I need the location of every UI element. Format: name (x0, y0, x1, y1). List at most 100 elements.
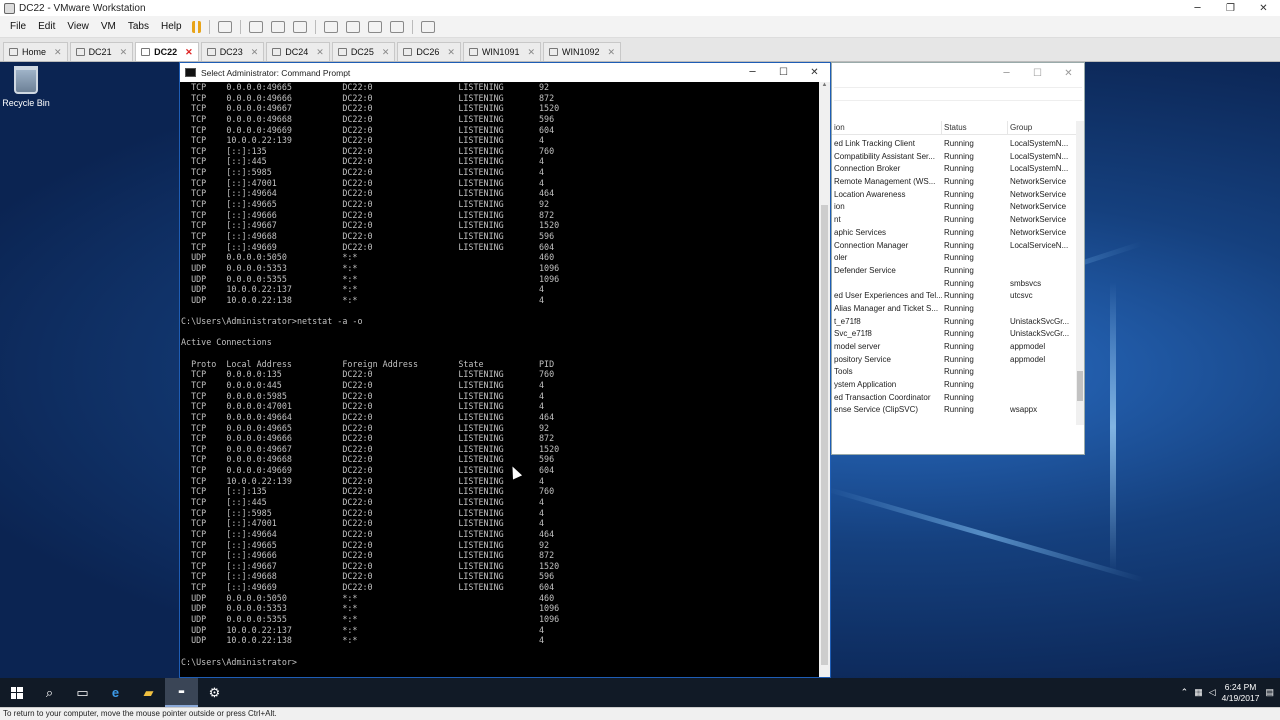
service-row[interactable]: Tools Running (832, 366, 1078, 379)
service-row[interactable]: Connection Broker Running LocalSystemN... (832, 163, 1078, 176)
cmd-maximize-button[interactable]: ☐ (768, 67, 799, 78)
service-row[interactable]: ed Link Tracking Client Running LocalSyste… (832, 138, 1078, 151)
search-icon[interactable]: ⌕ (33, 678, 66, 707)
menu-help[interactable]: Help (155, 21, 188, 32)
column-name[interactable]: ion (832, 121, 942, 134)
tab-dc24[interactable]: DC24 ✕ (266, 42, 330, 61)
service-row[interactable]: ense Service (ClipSVC) Running wsappx (832, 404, 1078, 417)
command-prompt-window[interactable]: Select Administrator: Command Prompt ─ ☐… (179, 62, 831, 678)
console-line: UDP 10.0.0.22:138 *:* 4 (181, 294, 545, 305)
cmd-scrollbar[interactable]: ▲ (819, 82, 830, 677)
console-view-icon[interactable] (420, 20, 435, 33)
service-row[interactable]: ion Running NetworkService (832, 201, 1078, 214)
tab-dc23[interactable]: DC23 ✕ (200, 42, 265, 61)
menu-edit[interactable]: Edit (32, 21, 61, 32)
service-name: Alias Manager and Ticket S... (834, 303, 939, 313)
vmware-minimize-button[interactable]: ─ (1181, 3, 1214, 14)
service-row[interactable]: Remote Management (WS... Running NetworkSe… (832, 176, 1078, 189)
volume-icon[interactable]: ◁ (1209, 687, 1216, 698)
services-window[interactable]: ─ ☐ ✕ ion Status Group ed Link Tracking … (831, 62, 1085, 455)
column-group[interactable]: Group (1008, 121, 1078, 134)
service-row[interactable]: pository Service Running appmodel (832, 354, 1078, 367)
service-row[interactable]: t_e71f8 Running UnistackSvcGr... (832, 316, 1078, 329)
services-close-button[interactable]: ✕ (1053, 68, 1084, 79)
console-line: TCP [::]:49667 DC22:0 LISTENING 1520 (181, 220, 560, 231)
chevron-up-icon[interactable]: ⌃ (1181, 687, 1189, 698)
close-icon[interactable]: ✕ (527, 47, 535, 58)
service-row[interactable]: model server Running appmodel (832, 341, 1078, 354)
service-row[interactable]: nt Running NetworkService (832, 214, 1078, 227)
service-row[interactable]: Alias Manager and Ticket S... Running (832, 303, 1078, 316)
services-toolbar (834, 87, 1082, 101)
close-icon[interactable]: ✕ (120, 47, 128, 58)
command-prompt-taskbar-icon[interactable]: ▬ (165, 678, 198, 707)
cmd-minimize-button[interactable]: ─ (737, 67, 768, 78)
service-row[interactable]: Connection Manager Running LocalServiceN..… (832, 240, 1078, 253)
tab-dc22[interactable]: DC22 ✕ (135, 42, 199, 61)
vmware-menu-bar: File Edit View VM Tabs Help (0, 16, 1280, 38)
services-minimize-button[interactable]: ─ (991, 68, 1022, 79)
notifications-icon[interactable]: ▤ (1265, 687, 1274, 698)
service-row[interactable]: Defender Service Running (832, 265, 1078, 278)
service-row[interactable]: Location Awareness Running NetworkService (832, 189, 1078, 202)
vmware-restore-button[interactable]: ❐ (1214, 3, 1247, 14)
service-row[interactable]: aphic Services Running NetworkService (832, 227, 1078, 240)
thumbnail-bar-icon[interactable] (345, 20, 360, 33)
network-icon[interactable]: ▦ (1194, 687, 1203, 698)
tab-dc21[interactable]: DC21 ✕ (69, 42, 134, 61)
services-scrollbar[interactable] (1076, 121, 1084, 425)
close-icon[interactable]: ✕ (316, 47, 324, 58)
library-icon[interactable] (323, 20, 338, 33)
pause-icon[interactable] (191, 20, 201, 33)
menu-tabs[interactable]: Tabs (122, 21, 155, 32)
scrollbar-thumb[interactable] (1077, 371, 1083, 401)
tab-home[interactable]: Home ✕ (3, 42, 68, 61)
close-icon[interactable]: ✕ (185, 47, 193, 58)
full-screen-icon[interactable] (367, 20, 382, 33)
tab-win1092[interactable]: WIN1092 ✕ (543, 42, 622, 61)
service-row[interactable]: Running smbsvcs (832, 278, 1078, 291)
cmd-close-button[interactable]: ✕ (799, 67, 830, 78)
close-icon[interactable]: ✕ (54, 47, 62, 58)
close-icon[interactable]: ✕ (608, 47, 616, 58)
close-icon[interactable]: ✕ (447, 47, 455, 58)
console-line: TCP [::]:47001 DC22:0 LISTENING 4 (181, 177, 545, 188)
menu-file[interactable]: File (4, 21, 32, 32)
tab-dc26[interactable]: DC26 ✕ (397, 42, 461, 61)
service-row[interactable]: Svc_e71f8 Running UnistackSvcGr... (832, 328, 1078, 341)
file-explorer-icon[interactable]: ▰ (132, 678, 165, 707)
service-row[interactable]: oler Running (832, 252, 1078, 265)
console-line: UDP 0.0.0.0:5355 *:* 1096 (181, 614, 560, 625)
scrollbar-thumb[interactable] (821, 205, 828, 665)
services-taskbar-icon[interactable]: ⚙ (198, 678, 231, 707)
revert-snapshot-icon[interactable] (270, 20, 285, 33)
clock[interactable]: 6:24 PM 4/19/2017 (1222, 682, 1260, 704)
service-status: Running (944, 265, 974, 275)
cmd-console-output[interactable]: TCP 0.0.0.0:49665 DC22:0 LISTENING 92 TC… (180, 82, 820, 677)
internet-explorer-icon[interactable]: e (99, 678, 132, 707)
tab-dc25[interactable]: DC25 ✕ (331, 42, 396, 61)
snapshot-manager-icon[interactable] (292, 20, 307, 33)
service-group: LocalSystemN... (1010, 164, 1069, 174)
service-row[interactable]: ystem Application Running (832, 379, 1078, 392)
column-status[interactable]: Status (942, 121, 1008, 134)
snapshot-icon[interactable] (248, 20, 263, 33)
console-line: TCP [::]:49667 DC22:0 LISTENING 1520 (181, 560, 560, 571)
vmware-close-button[interactable]: ✕ (1247, 3, 1280, 14)
send-ctrl-alt-del-icon[interactable] (217, 20, 232, 33)
close-icon[interactable]: ✕ (251, 47, 259, 58)
service-row[interactable]: ed User Experiences and Tel... Running utc… (832, 290, 1078, 303)
service-row[interactable]: Compatibility Assistant Ser... Running Loc… (832, 151, 1078, 164)
service-row[interactable]: ed Transaction Coordinator Running (832, 392, 1078, 405)
cmd-title-bar[interactable]: Select Administrator: Command Prompt ─ ☐… (180, 63, 830, 82)
unity-icon[interactable] (389, 20, 404, 33)
scroll-up-icon[interactable]: ▲ (819, 82, 830, 92)
recycle-bin[interactable]: Recycle Bin (2, 66, 50, 108)
close-icon[interactable]: ✕ (382, 47, 390, 58)
tab-win1091[interactable]: WIN1091 ✕ (462, 42, 542, 61)
services-maximize-button[interactable]: ☐ (1022, 68, 1053, 79)
menu-view[interactable]: View (61, 21, 95, 32)
task-view-icon[interactable]: ▭ (66, 678, 99, 707)
start-button[interactable] (0, 678, 33, 707)
menu-vm[interactable]: VM (95, 21, 122, 32)
